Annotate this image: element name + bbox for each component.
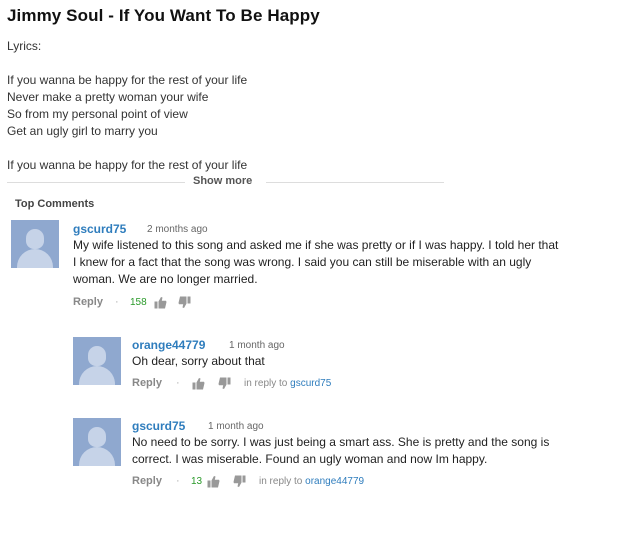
comment-text-line: No need to be sorry. I was just being a … xyxy=(132,435,550,449)
video-description: Lyrics: If you wanna be happy for the re… xyxy=(7,38,247,174)
in-reply-prefix: in reply to xyxy=(244,378,288,389)
comment-text-line: I knew for a fact that the song was wron… xyxy=(73,255,532,269)
separator-dot: · xyxy=(176,377,180,389)
description-line: Get an ugly girl to marry you xyxy=(7,124,158,138)
comment-actions: Reply · 158 xyxy=(73,296,213,310)
in-reply-to: in reply to orange44779 xyxy=(259,476,364,487)
thumbs-down-icon[interactable] xyxy=(218,377,231,390)
like-count: 13 xyxy=(191,476,203,487)
description-line xyxy=(7,140,247,157)
description-line: Never make a pretty woman your wife xyxy=(7,90,209,104)
separator-dot: · xyxy=(176,475,180,487)
in-reply-to: in reply to gscurd75 xyxy=(244,378,331,389)
thumbs-down-icon[interactable] xyxy=(178,296,191,309)
comment-text-line: Oh dear, sorry about that xyxy=(132,354,265,368)
thumbs-up-icon[interactable] xyxy=(154,296,167,309)
like-count: 158 xyxy=(130,297,147,308)
default-avatar-icon[interactable] xyxy=(73,337,121,385)
comment-timestamp[interactable]: 1 month ago xyxy=(208,421,264,432)
in-reply-user-link[interactable]: gscurd75 xyxy=(290,378,331,389)
comment-text-line: My wife listened to this song and asked … xyxy=(73,238,559,252)
comment-actions: Reply · in reply to gscurd75 xyxy=(132,377,372,391)
comment-timestamp[interactable]: 2 months ago xyxy=(147,224,208,235)
default-avatar-icon[interactable] xyxy=(11,220,59,268)
in-reply-prefix: in reply to xyxy=(259,476,303,487)
divider xyxy=(266,182,444,183)
default-avatar-icon[interactable] xyxy=(73,418,121,466)
comment-text-line: woman. We are no longer married. xyxy=(73,272,258,286)
description-line: Lyrics: xyxy=(7,39,42,53)
reply-button[interactable]: Reply xyxy=(132,475,162,487)
comment-text: My wife listened to this song and asked … xyxy=(73,237,558,288)
description-line xyxy=(7,55,247,72)
thumbs-up-icon[interactable] xyxy=(207,475,220,488)
video-title: Jimmy Soul - If You Want To Be Happy xyxy=(7,6,320,25)
comment-actions: Reply · 13 in reply to orange44779 xyxy=(132,475,392,489)
reply-button[interactable]: Reply xyxy=(132,377,162,389)
in-reply-user-link[interactable]: orange44779 xyxy=(305,476,364,487)
reply-button[interactable]: Reply xyxy=(73,296,103,308)
comment-text-line: correct. I was miserable. Found an ugly … xyxy=(132,452,488,466)
separator-dot: · xyxy=(115,296,119,308)
comment-author[interactable]: orange44779 xyxy=(132,338,205,352)
comment-author[interactable]: gscurd75 xyxy=(132,419,185,433)
description-line: So from my personal point of view xyxy=(7,107,188,121)
comment-text: Oh dear, sorry about that xyxy=(132,353,265,370)
show-more-bar: Show more xyxy=(7,172,444,192)
comment-timestamp[interactable]: 1 month ago xyxy=(229,340,285,351)
comment-text: No need to be sorry. I was just being a … xyxy=(132,434,549,468)
comment-author[interactable]: gscurd75 xyxy=(73,222,126,236)
description-line: If you wanna be happy for the rest of yo… xyxy=(7,73,248,87)
show-more-button[interactable]: Show more xyxy=(193,175,252,187)
divider xyxy=(7,182,185,183)
comments-section-title: Top Comments xyxy=(15,198,95,210)
thumbs-down-icon[interactable] xyxy=(233,475,246,488)
thumbs-up-icon[interactable] xyxy=(192,377,205,390)
